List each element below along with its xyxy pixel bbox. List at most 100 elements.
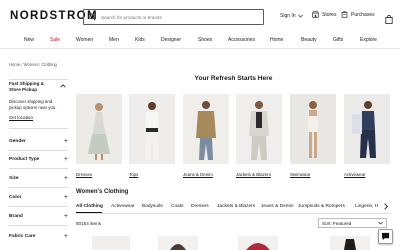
chevron-down-icon <box>378 221 383 225</box>
sidebar-divider <box>9 206 68 207</box>
tab-jumpsuits-rompers[interactable]: Jumpsuits & Rompers <box>298 204 345 209</box>
tab-all-clothing[interactable]: All Clothing <box>76 204 103 209</box>
purchases-label: Purchases <box>351 11 375 18</box>
denim-photo-icon <box>183 94 229 164</box>
sidebar-divider <box>9 225 68 226</box>
filter-label: Product Type <box>9 156 40 162</box>
category-card-jackets[interactable]: Jackets & Blazers <box>236 94 282 177</box>
refresh-heading: Your Refresh Starts Here <box>194 75 273 82</box>
nav-item-designer[interactable]: Designer <box>161 37 181 43</box>
category-card-swimwear[interactable]: Swimwear <box>290 94 336 177</box>
nav-item-beauty[interactable]: Beauty <box>301 37 317 43</box>
store-icon <box>312 11 319 18</box>
nav-item-sale[interactable]: Sale <box>50 37 60 43</box>
purchases-link[interactable]: Purchases <box>341 11 375 18</box>
sidebar-divider <box>9 150 68 151</box>
tab-dresses[interactable]: Dresses <box>191 204 209 209</box>
tab-coats[interactable]: Coats <box>171 204 184 209</box>
tabs-divider <box>76 213 391 214</box>
shipping-title[interactable]: Fast Shipping & Store Pickup <box>9 81 53 93</box>
chat-button[interactable] <box>378 229 393 244</box>
filter-label: Brand <box>9 213 23 219</box>
jacket-photo-icon <box>236 94 282 164</box>
nav-divider <box>0 48 400 49</box>
plus-icon: + <box>63 137 68 145</box>
chevron-right-icon[interactable] <box>383 203 389 210</box>
tab-lingerie[interactable]: Lingerie, H <box>355 204 378 209</box>
tab-jackets-blazers[interactable]: Jackets & Blazers <box>217 204 255 209</box>
category-card-tops[interactable]: Tops <box>129 94 175 177</box>
nav-item-men[interactable]: Men <box>109 37 119 43</box>
category-label: Jackets & Blazers <box>236 172 271 177</box>
chevron-down-icon <box>297 14 303 18</box>
sign-in-label: Sign In <box>280 13 296 19</box>
activewear-photo-icon <box>344 94 390 164</box>
nav-item-women[interactable]: Women <box>76 37 93 43</box>
category-card-activewear[interactable]: Activewear <box>344 94 390 177</box>
category-label: Tops <box>129 172 139 177</box>
chevron-up-icon[interactable] <box>60 84 66 88</box>
nav-item-gifts[interactable]: Gifts <box>333 37 343 43</box>
filter-brand[interactable]: Brand + <box>9 211 68 221</box>
set-location-link[interactable]: Set location <box>9 115 33 120</box>
category-label: Jeans & Denim <box>183 172 213 177</box>
search-box[interactable] <box>83 9 264 25</box>
tops-photo-icon <box>129 94 175 164</box>
category-label: Activewear <box>344 172 366 177</box>
filter-gender[interactable]: Gender + <box>9 136 68 146</box>
filter-label: Color <box>9 194 22 200</box>
search-input[interactable] <box>101 14 251 20</box>
category-label: Dresses <box>76 172 93 177</box>
shipping-description: Discover shipping and pickup options nea… <box>9 99 57 110</box>
nav-item-home[interactable]: Home <box>270 37 283 43</box>
product-image[interactable] <box>158 236 198 250</box>
plus-icon: + <box>63 232 68 240</box>
filter-color[interactable]: Color + <box>9 192 68 202</box>
plus-icon: + <box>63 212 68 220</box>
filter-label: Gender <box>9 138 26 144</box>
sign-in-button[interactable]: Sign In <box>280 13 303 19</box>
top-bar: NORDSTROM Sign In Stores Purchases <box>0 0 400 34</box>
breadcrumb[interactable]: Home / Women / Clothing <box>9 62 57 67</box>
category-card-denim[interactable]: Jeans & Denim <box>183 94 229 177</box>
tab-jeans-denim[interactable]: Jeans & Denim <box>261 204 294 209</box>
plus-icon: + <box>63 193 68 201</box>
chat-icon <box>381 232 390 241</box>
category-card-dresses[interactable]: Dresses <box>76 94 122 177</box>
sort-label: Sort: Featured <box>322 220 352 226</box>
filter-fabric-care[interactable]: Fabric Care + <box>9 231 68 241</box>
tab-activewear[interactable]: Activewear <box>111 204 134 209</box>
nav-item-explore[interactable]: Explore <box>360 37 377 43</box>
main-nav: New Sale Women Men Kids Designer Shoes A… <box>0 34 400 48</box>
category-label: Swimwear <box>290 172 311 177</box>
purchases-icon <box>341 11 348 18</box>
sort-dropdown[interactable]: Sort: Featured <box>318 218 387 228</box>
filter-product-type[interactable]: Product Type + <box>9 154 68 164</box>
filter-size[interactable]: Size + <box>9 173 68 183</box>
sidebar-divider <box>9 187 68 188</box>
swimwear-photo-icon <box>290 94 336 164</box>
plus-icon: + <box>63 174 68 182</box>
product-image[interactable] <box>238 236 278 250</box>
shopping-bag-icon <box>385 15 393 24</box>
filter-label: Fabric Care <box>9 233 36 239</box>
product-image[interactable] <box>330 236 370 250</box>
dress-photo-icon <box>76 94 122 164</box>
shopping-bag-button[interactable] <box>385 11 393 29</box>
nav-item-accessories[interactable]: Accessories <box>228 37 255 43</box>
item-count: 80154 items <box>76 221 102 226</box>
stores-link[interactable]: Stores <box>312 11 336 18</box>
product-image[interactable] <box>92 236 130 250</box>
stores-label: Stores <box>322 11 337 18</box>
sidebar-divider <box>9 79 68 80</box>
filter-label: Size <box>9 175 19 181</box>
nav-item-kids[interactable]: Kids <box>135 37 145 43</box>
search-icon <box>88 13 96 21</box>
sidebar-divider <box>9 128 68 129</box>
nav-item-shoes[interactable]: Shoes <box>198 37 212 43</box>
listing-title: Women's Clothing <box>76 189 129 195</box>
tab-bodysuits[interactable]: Bodysuits <box>142 204 163 209</box>
plus-icon: + <box>63 155 68 163</box>
nav-item-new[interactable]: New <box>24 37 34 43</box>
sidebar-divider <box>9 168 68 169</box>
